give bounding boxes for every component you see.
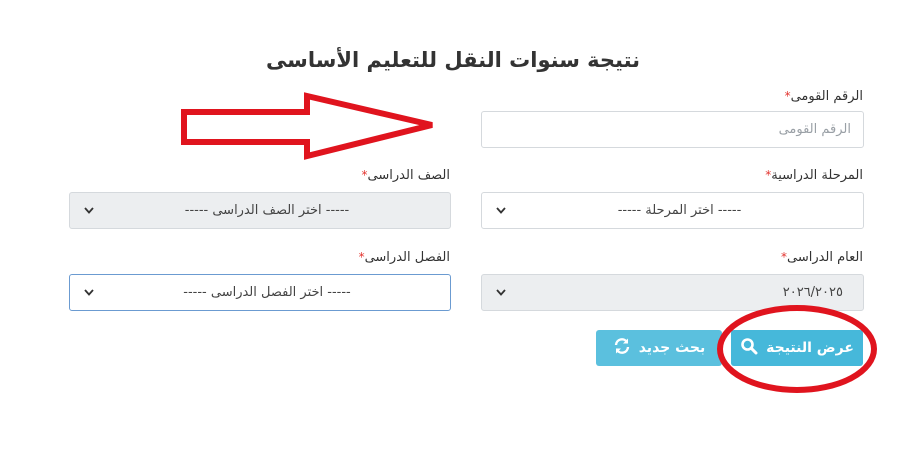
refresh-icon [613, 337, 631, 359]
year-label: العام الدراسى* [779, 250, 863, 265]
grade-selected: ----- اختر الصف الدراسى ----- [184, 203, 350, 218]
chevron-down-icon [82, 204, 96, 218]
chevron-down-icon [494, 204, 508, 218]
show-result-button[interactable]: عرض النتيجة [731, 330, 863, 366]
search-icon [740, 337, 758, 359]
year-select[interactable]: ٢٠٢٦/٢٠٢٥ [481, 274, 864, 311]
stage-label-text: المرحلة الدراسية [771, 168, 863, 183]
new-search-label: بحث جديد [638, 340, 706, 356]
national-id-input[interactable]: الرقم القومى [481, 111, 864, 148]
chevron-down-icon [494, 286, 508, 300]
grade-label: الصف الدراسى* [360, 168, 450, 183]
stage-select[interactable]: ----- اختر المرحلة ----- [481, 192, 864, 229]
year-label-text: العام الدراسى [786, 250, 863, 265]
national-id-label: الرقم القومى* [783, 89, 863, 104]
class-selected: ----- اختر الفصل الدراسى ----- [183, 285, 351, 300]
show-result-label: عرض النتيجة [766, 340, 854, 356]
class-label: الفصل الدراسى* [357, 250, 450, 265]
grade-select[interactable]: ----- اختر الصف الدراسى ----- [69, 192, 451, 229]
year-selected: ٢٠٢٦/٢٠٢٥ [782, 285, 843, 300]
class-select[interactable]: ----- اختر الفصل الدراسى ----- [69, 274, 451, 311]
chevron-down-icon [82, 286, 96, 300]
stage-selected: ----- اختر المرحلة ----- [617, 203, 742, 218]
page-title: نتيجة سنوات النقل للتعليم الأساسى [265, 48, 641, 72]
grade-label-text: الصف الدراسى [367, 168, 450, 183]
class-label-text: الفصل الدراسى [364, 250, 450, 265]
stage-label: المرحلة الدراسية* [763, 168, 863, 183]
new-search-button[interactable]: بحث جديد [596, 330, 722, 366]
national-id-placeholder: الرقم القومى [778, 122, 851, 137]
arrow-annotation [181, 92, 433, 160]
national-id-label-text: الرقم القومى [790, 89, 863, 104]
